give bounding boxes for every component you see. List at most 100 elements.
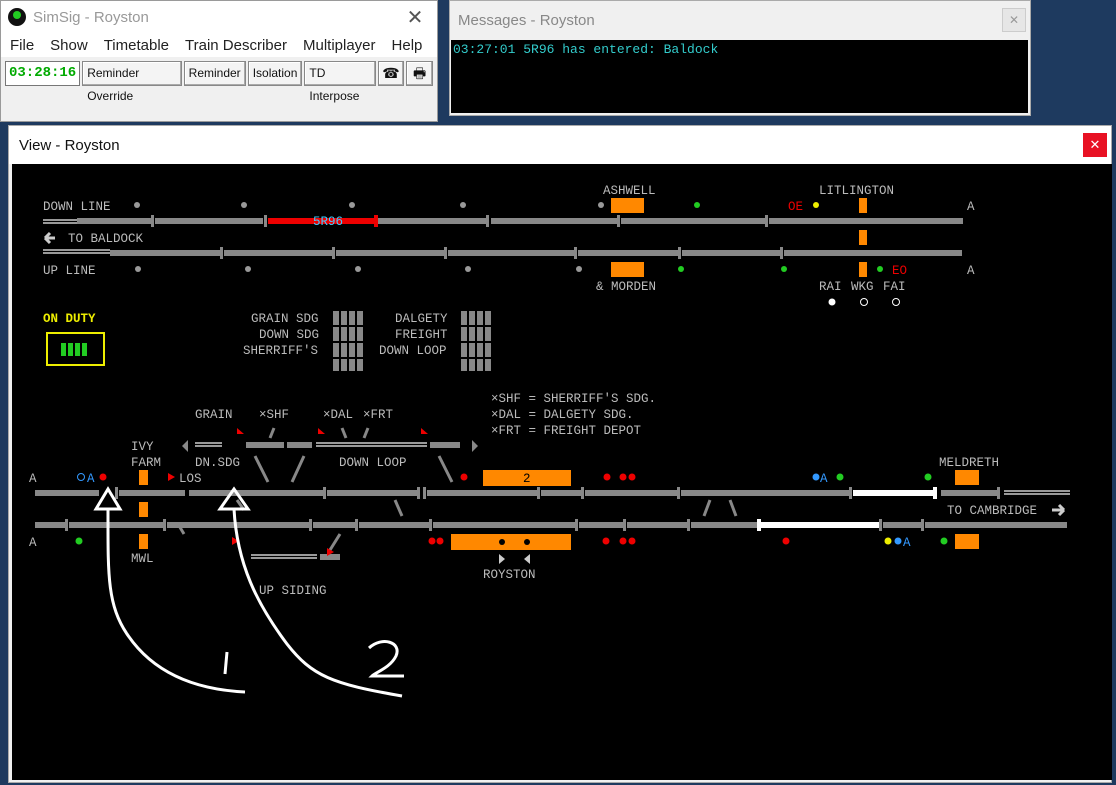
main-close-icon[interactable]: ✕ [393,5,437,30]
ind-sherriffs: SHERRIFF'S [243,344,318,358]
auto-a-meldreth: A [820,472,828,486]
td-berth-2[interactable]: 2 [523,472,531,486]
phone-icon[interactable]: ☎ [377,61,405,86]
sim-clock[interactable]: 03:28:16 [5,61,81,86]
menu-help[interactable]: Help [392,37,423,54]
td-berth-5r96[interactable]: 5R96 [313,215,343,229]
legend-dal: ×DAL = DALGETY SDG. [491,408,634,422]
simsig-app-icon [7,7,27,27]
ivy-farm-crossing-down [139,470,148,485]
signalling-diagram[interactable]: DOWN LINE TO BALDOCK UP LINE 5R96 A A AS… [12,164,1112,780]
station-litlington: LITLINGTON [819,184,894,198]
label-meldreth: MELDRETH [939,456,999,470]
ind-down-sdg: DOWN SDG [259,328,319,342]
messages-close-icon[interactable]: ✕ [1002,8,1026,32]
auto-a-ivy: A [87,472,95,486]
view-titlebar: View - Royston ✕ [9,126,1111,164]
up-main-track[interactable] [35,519,1067,531]
label-xshf: ×SHF [259,408,289,422]
label-royston: ROYSTON [483,568,536,582]
station-and-morden: & MORDEN [596,280,656,294]
royston-platform-up [451,534,571,550]
reminder-button[interactable]: Reminder [183,61,246,86]
menu-show[interactable]: Show [50,37,88,54]
menu-file[interactable]: File [10,37,34,54]
label-to-cambridge: TO CAMBRIDGE [947,504,1037,518]
royston-direction-icons [499,554,530,564]
label-wkg: WKG [851,280,874,294]
simsig-main-window: SimSig - Royston ✕ File Show Timetable T… [0,0,438,122]
label-xdal: ×DAL [323,408,353,422]
crossing-up [859,262,867,277]
reminder-override-button[interactable]: Reminder Override [82,61,182,103]
limit-a-bottom: A [967,264,975,278]
label-farm: FARM [131,456,161,470]
messages-titlebar: Messages - Royston ✕ [450,1,1030,39]
diagram-svg[interactable]: DOWN LINE TO BALDOCK UP LINE 5R96 A A AS… [12,164,1112,780]
main-titlebar: SimSig - Royston ✕ [1,1,437,33]
label-mwl: MWL [131,552,154,566]
menu-multiplayer[interactable]: Multiplayer [303,37,376,54]
on-duty-bars [61,343,87,356]
view-window-title: View - Royston [19,136,120,154]
isolation-button[interactable]: Isolation [247,61,303,86]
wkg-lamp [860,298,868,306]
crossing-mid [859,230,867,245]
label-xfrt: ×FRT [363,408,394,422]
ivy-farm-crossing-up [139,534,148,549]
printer-icon[interactable]: 🖶 [406,61,433,86]
down-line-track[interactable] [43,215,963,227]
auto-a-up: A [903,536,911,550]
legend-shf: ×SHF = SHERRIFF'S SDG. [491,392,656,406]
menu-bar: File Show Timetable Train Describer Mult… [1,33,437,57]
down-line-signals[interactable] [134,202,819,208]
rai-lamp [828,298,836,306]
crossing-down [859,198,867,213]
up-line-signals[interactable] [135,266,883,272]
td-interpose-button[interactable]: TD Interpose [304,61,376,103]
ind-freight: FREIGHT [395,328,448,342]
meldreth-platform-down [955,470,979,485]
grain-siding-track[interactable] [182,440,478,452]
message-line: 03:27:01 5R96 has entered: Baldock [453,42,719,57]
meldreth-platform-up [955,534,979,549]
up-siding-track[interactable] [251,554,340,560]
ind-dalgety: DALGETY [395,312,448,326]
arrow-right-icon [1052,503,1066,517]
toolbar: 03:28:16 Reminder Override Reminder Isol… [1,57,437,103]
arrow-left-icon [43,231,55,245]
ashwell-platform-down [611,198,644,213]
down-main-track[interactable] [35,487,1070,499]
limit-a-top: A [967,200,975,214]
legend-frt: ×FRT = FREIGHT DEPOT [491,424,642,438]
label-fai: FAI [883,280,906,294]
label-rai: RAI [819,280,842,294]
ind-down-loop: DOWN LOOP [379,344,447,358]
limit-a-left-top: A [29,472,37,486]
on-duty-label: ON DUTY [43,312,96,326]
label-los: LOS [179,472,202,486]
station-ashwell: ASHWELL [603,184,656,198]
messages-window: Messages - Royston ✕ 03:27:01 5R96 has e… [449,0,1031,116]
menu-train-describer[interactable]: Train Describer [185,37,287,54]
label-down-line: DOWN LINE [43,200,111,214]
label-down-loop: DOWN LOOP [339,456,407,470]
ind-grain-sdg: GRAIN SDG [251,312,319,326]
label-to-baldock: TO BALDOCK [68,232,144,246]
label-ivy: IVY [131,440,154,454]
up-line-track[interactable] [43,247,962,259]
label-grain: GRAIN [195,408,233,422]
view-close-icon[interactable]: ✕ [1083,133,1107,157]
label-dn-sdg: DN.SDG [195,456,240,470]
limit-a-left-bot: A [29,536,37,550]
main-window-title: SimSig - Royston [33,8,149,26]
ashwell-platform-up [611,262,644,277]
label-up-line: UP LINE [43,264,96,278]
fai-lamp [892,298,900,306]
view-window: View - Royston ✕ DOWN LINE TO BALDOCK UP… [8,125,1112,783]
eo-indicator: EO [892,264,907,278]
oe-indicator: OE [788,200,803,214]
ivy-farm-crossing-mid [139,502,148,517]
messages-window-title: Messages - Royston [458,11,595,29]
menu-timetable[interactable]: Timetable [104,37,169,54]
